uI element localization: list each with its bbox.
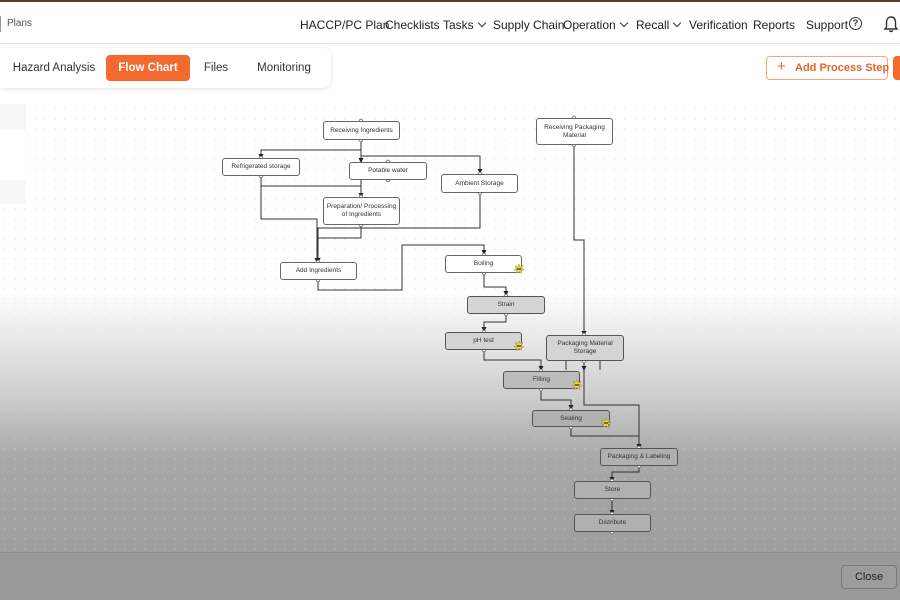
flow-step-strain[interactable]: Strain xyxy=(467,296,545,314)
flow-step-preparation-processing[interactable]: Preparation/ Processing of Ingredients xyxy=(323,197,400,225)
ccp-star-badge-icon xyxy=(514,341,524,351)
ccp-star-badge-icon xyxy=(601,418,611,428)
modal-footer xyxy=(0,552,900,600)
flowchart-connectors xyxy=(258,115,642,535)
ccp-star-badge-icon xyxy=(514,264,524,274)
flow-step-ambient-storage[interactable]: Ambient Storage xyxy=(441,174,518,193)
flow-step-filling[interactable]: Filling xyxy=(503,371,580,389)
ccp-star-badge-icon xyxy=(572,380,582,390)
flow-step-potable-water[interactable]: Potable water xyxy=(349,162,427,180)
flow-step-sealing[interactable]: Sealing xyxy=(532,410,610,427)
close-button[interactable]: Close xyxy=(841,565,897,589)
flow-step-store[interactable]: Store xyxy=(574,481,651,499)
flow-step-refrigerated-storage[interactable]: Refrigerated storage xyxy=(222,158,300,176)
flow-step-distribute[interactable]: Distribute xyxy=(574,514,651,532)
flow-step-receiving-ingredients[interactable]: Receiving Ingredients xyxy=(323,121,400,140)
flow-step-packaging-material-storage[interactable]: Packaging Material Storage xyxy=(546,335,624,361)
flow-step-receiving-packaging-material[interactable]: Receiving Packaging Material xyxy=(536,118,613,145)
flow-step-boiling[interactable]: Boiling xyxy=(445,255,522,273)
flow-step-packaging-labeling[interactable]: Packaging & Labeling xyxy=(600,448,678,466)
flow-step-ph-test[interactable]: pH test xyxy=(445,332,522,350)
flow-step-add-ingredients[interactable]: Add Ingredients xyxy=(280,262,357,280)
